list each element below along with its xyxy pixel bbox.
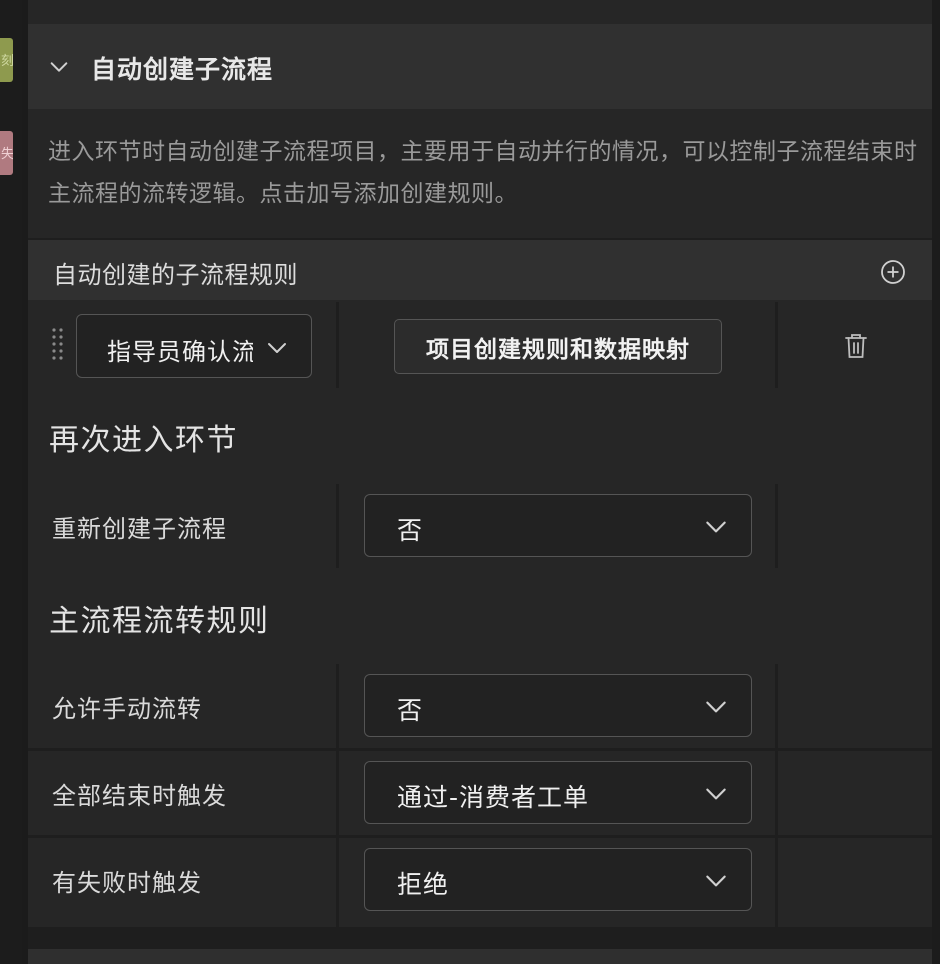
auto-subprocess-panel: 自动创建子流程 进入环节时自动创建子流程项目，主要用于自动并行的情况，可以控制子…: [28, 0, 932, 964]
column-divider: [775, 838, 778, 927]
section-description: 进入环节时自动创建子流程项目，主要用于自动并行的情况，可以控制子流程结束时主流程…: [48, 139, 918, 207]
chevron-down-icon: [706, 521, 726, 533]
top-strip: [28, 0, 932, 24]
chevron-down-icon: [268, 343, 286, 353]
side-tag-text: 刻: [1, 54, 13, 69]
field-label: 全部结束时触发: [52, 782, 227, 810]
field-row: 全部结束时触发 通过-消费者工单: [28, 751, 932, 835]
side-tag-text: 失: [1, 147, 13, 162]
select-value: 拒绝: [397, 870, 450, 899]
side-tag[interactable]: 刻: [0, 38, 13, 82]
left-gutter: 刻 失: [0, 0, 22, 964]
field-row: 有失败时触发 拒绝: [28, 838, 932, 927]
select-value: 否: [397, 516, 424, 545]
field-row: 重新创建子流程 否: [28, 484, 932, 568]
main-flow-heading: 主流程流转规则: [49, 604, 270, 639]
chevron-down-icon: [706, 875, 726, 887]
mapping-rules-button[interactable]: 项目创建规则和数据映射: [394, 319, 722, 374]
column-divider: [336, 664, 339, 748]
all-finished-trigger-select[interactable]: 通过-消费者工单: [364, 761, 752, 824]
reenter-heading: 再次进入环节: [49, 423, 238, 458]
side-tag[interactable]: 失: [0, 131, 13, 175]
rules-header: 自动创建的子流程规则: [28, 238, 932, 300]
column-divider: [336, 302, 339, 388]
column-divider: [775, 664, 778, 748]
section-header[interactable]: 自动创建子流程: [28, 24, 932, 109]
subprocess-route-value: 指导员确认流: [107, 338, 253, 366]
column-divider: [775, 302, 778, 388]
column-divider: [336, 484, 339, 568]
trash-icon[interactable]: [844, 332, 868, 360]
field-label: 允许手动流转: [52, 695, 202, 723]
column-divider: [775, 751, 778, 835]
chevron-down-icon: [706, 701, 726, 713]
column-divider: [775, 484, 778, 568]
chevron-down-icon: [706, 788, 726, 800]
next-section-edge: [28, 949, 932, 964]
drag-handle-icon[interactable]: [51, 327, 65, 365]
column-divider: [336, 751, 339, 835]
plus-circle-icon[interactable]: [880, 259, 906, 285]
recreate-subprocess-select[interactable]: 否: [364, 494, 752, 557]
select-value: 通过-消费者工单: [397, 783, 590, 812]
failure-trigger-select[interactable]: 拒绝: [364, 848, 752, 911]
section-title: 自动创建子流程: [91, 55, 274, 84]
field-label: 重新创建子流程: [52, 515, 227, 543]
scrollbar-track[interactable]: [932, 0, 940, 964]
field-row: 允许手动流转 否: [28, 664, 932, 748]
chevron-down-icon[interactable]: [48, 56, 70, 78]
rules-title: 自动创建的子流程规则: [53, 261, 298, 289]
rule-row: 指导员确认流 项目创建规则和数据映射: [28, 302, 932, 388]
select-value: 否: [397, 696, 424, 725]
manual-transfer-select[interactable]: 否: [364, 674, 752, 737]
field-label: 有失败时触发: [52, 869, 202, 897]
subprocess-route-select[interactable]: 指导员确认流: [76, 314, 312, 378]
column-divider: [336, 838, 339, 927]
